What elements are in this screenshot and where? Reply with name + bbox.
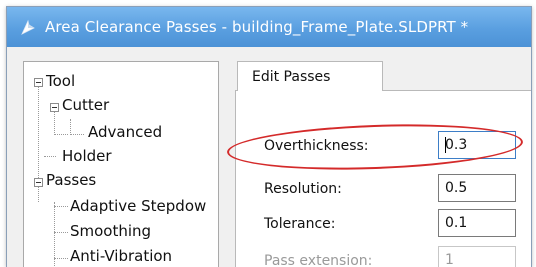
overthickness-label: Overthickness: <box>264 138 369 154</box>
tree-item-label: Passes <box>46 171 97 189</box>
tree-item-label: Anti-Vibration <box>70 247 173 265</box>
tolerance-input[interactable] <box>438 209 516 237</box>
text-caret <box>445 137 446 153</box>
collapse-icon[interactable] <box>34 178 43 187</box>
collapse-icon[interactable] <box>50 103 59 112</box>
window-title: Area Clearance Passes - building_Frame_P… <box>45 18 469 36</box>
tree-item-label: Advanced <box>88 123 163 141</box>
tab-edit-passes[interactable]: Edit Passes <box>237 61 383 91</box>
tree-item-label: Holder <box>62 147 112 165</box>
resolution-input[interactable] <box>438 174 516 202</box>
tolerance-label: Tolerance: <box>264 216 336 232</box>
collapse-icon[interactable] <box>34 78 43 87</box>
pass-extension-label: Pass extension: <box>264 253 373 267</box>
tab-label: Edit Passes <box>252 69 331 85</box>
tree-item-label: Adaptive Stepdow <box>70 197 207 215</box>
settings-tree[interactable]: Tool Cutter Advanced Holder Passes Adapt… <box>23 61 219 267</box>
title-bar[interactable]: Area Clearance Passes - building_Frame_P… <box>7 7 531 47</box>
cutter-tool-icon <box>21 19 35 35</box>
overthickness-input[interactable] <box>438 131 516 159</box>
tree-item-label: Tool <box>46 72 76 90</box>
resolution-label: Resolution: <box>264 181 342 197</box>
dialog-window: Area Clearance Passes - building_Frame_P… <box>6 6 532 267</box>
tree-item-label: Cutter <box>62 96 110 114</box>
tree-item-label: Smoothing <box>70 222 152 240</box>
edit-passes-panel: Overthickness: Resolution: Tolerance: Pa… <box>235 90 531 267</box>
tab-panel: Overthickness: Resolution: Tolerance: Pa… <box>229 61 531 267</box>
pass-extension-input <box>438 246 516 267</box>
